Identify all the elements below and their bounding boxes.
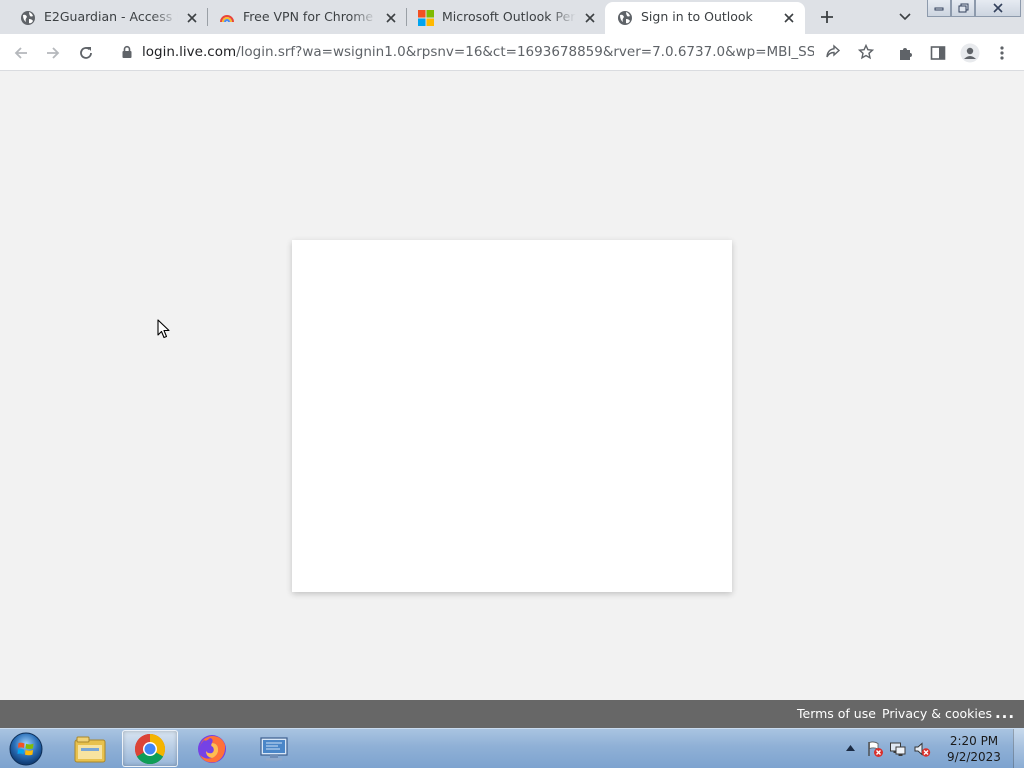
- share-button[interactable]: [820, 39, 846, 65]
- taskbar-file-explorer[interactable]: [62, 730, 118, 767]
- globe-icon: [21, 11, 35, 25]
- file-explorer-icon: [74, 736, 106, 762]
- profile-icon: [960, 43, 980, 63]
- tab-title: Free VPN for Chrome - Try: [243, 9, 377, 24]
- clock-time: 2:20 PM: [949, 734, 999, 748]
- forward-button[interactable]: [40, 40, 66, 66]
- plus-icon: [821, 11, 833, 23]
- star-icon: [858, 44, 874, 60]
- taskbar-firefox[interactable]: [184, 730, 240, 767]
- mouse-cursor-icon: [157, 319, 170, 339]
- action-center-flag-icon[interactable]: [866, 740, 884, 758]
- browser-menu-button[interactable]: [989, 40, 1015, 66]
- terms-of-use-link[interactable]: Terms of use: [797, 700, 876, 728]
- share-icon: [826, 44, 841, 58]
- restore-icon: [958, 3, 968, 13]
- close-icon[interactable]: [383, 10, 399, 26]
- minimize-icon: [934, 7, 944, 11]
- reload-icon: [80, 47, 92, 59]
- extensions-button[interactable]: [893, 40, 919, 66]
- taskbar-chrome[interactable]: [122, 730, 178, 767]
- window-close-button[interactable]: [975, 0, 1021, 17]
- windows-start-icon: [9, 732, 43, 766]
- tab-search-button[interactable]: [893, 5, 917, 29]
- new-tab-button[interactable]: [814, 5, 840, 29]
- profile-button[interactable]: [957, 40, 983, 66]
- url-text[interactable]: login.live.com/login.srf?wa=wsignin1.0&r…: [142, 37, 814, 67]
- taskbar: 2:20 PM 9/2/2023: [0, 728, 1024, 768]
- tab-free-vpn[interactable]: Free VPN for Chrome - Try: [207, 2, 407, 34]
- close-icon: [993, 3, 1003, 13]
- chevron-down-icon: [899, 13, 911, 21]
- vpn-rainbow-icon: [220, 15, 234, 23]
- tab-title: Microsoft Outlook Personal: [442, 9, 576, 24]
- tab-microsoft-outlook[interactable]: Microsoft Outlook Personal: [406, 2, 606, 34]
- url-host: login.live.com: [142, 44, 237, 60]
- tab-title: Sign in to Outlook: [641, 9, 753, 24]
- footer-more-button[interactable]: ...: [990, 700, 1020, 726]
- show-hidden-icons-button[interactable]: [843, 741, 857, 755]
- back-button[interactable]: [8, 40, 34, 66]
- sign-in-card: [292, 240, 732, 592]
- side-panel-button[interactable]: [925, 40, 951, 66]
- kebab-menu-icon: [1000, 46, 1004, 60]
- taskbar-remote-desktop[interactable]: [246, 730, 302, 767]
- side-panel-icon: [930, 46, 946, 60]
- lock-icon[interactable]: [120, 45, 134, 59]
- network-icon[interactable]: [889, 740, 907, 758]
- minimize-button[interactable]: [927, 0, 951, 17]
- globe-icon: [618, 11, 632, 25]
- privacy-cookies-link[interactable]: Privacy & cookies: [882, 700, 992, 728]
- firefox-icon: [198, 734, 226, 763]
- tab-sign-in-outlook[interactable]: Sign in to Outlook: [605, 2, 805, 34]
- close-icon[interactable]: [184, 10, 200, 26]
- chevron-up-icon: [845, 745, 855, 751]
- arrow-left-icon: [14, 47, 27, 59]
- show-desktop-button[interactable]: [1013, 729, 1024, 768]
- clock-date: 9/2/2023: [947, 750, 1001, 764]
- microsoft-logo-icon: [418, 10, 434, 26]
- restore-button[interactable]: [951, 0, 975, 17]
- chrome-icon: [134, 733, 166, 764]
- tab-title: E2Guardian - Access Denied: [44, 9, 178, 24]
- volume-muted-icon[interactable]: [913, 740, 931, 758]
- arrow-right-icon: [47, 47, 60, 59]
- url-path: /login.srf?wa=wsignin1.0&rpsnv=16&ct=169…: [236, 44, 814, 60]
- address-bar[interactable]: login.live.com/login.srf?wa=wsignin1.0&r…: [108, 37, 886, 67]
- page-footer: Terms of use Privacy & cookies ...: [0, 700, 1024, 728]
- bookmark-button[interactable]: [853, 39, 879, 65]
- page-content: [0, 71, 1024, 700]
- close-icon[interactable]: [781, 10, 797, 26]
- reload-button[interactable]: [73, 40, 99, 66]
- remote-desktop-icon: [260, 736, 288, 760]
- puzzle-icon: [900, 48, 912, 60]
- browser-toolbar: login.live.com/login.srf?wa=wsignin1.0&r…: [0, 34, 1024, 71]
- close-icon[interactable]: [582, 10, 598, 26]
- system-clock[interactable]: 2:20 PM 9/2/2023: [940, 733, 1008, 765]
- tab-strip: E2Guardian - Access Denied Free VPN for …: [0, 0, 1024, 34]
- start-button[interactable]: [6, 730, 46, 768]
- tab-e2guardian[interactable]: E2Guardian - Access Denied: [8, 2, 208, 34]
